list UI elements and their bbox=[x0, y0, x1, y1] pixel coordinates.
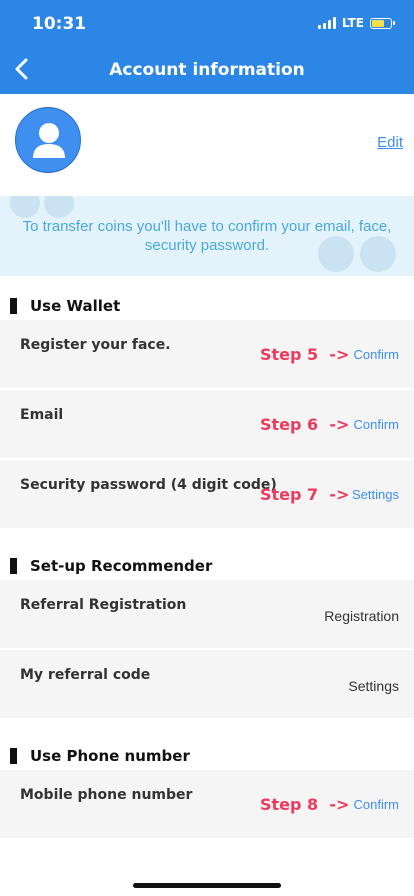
notice-banner: To transfer coins you'll have to confirm… bbox=[0, 196, 414, 276]
battery-icon bbox=[370, 17, 395, 29]
referral-settings-button[interactable]: Settings bbox=[348, 678, 399, 694]
step-label: Step 7 -> bbox=[260, 485, 350, 504]
network-label: LTE bbox=[341, 16, 364, 30]
arrow-icon: -> bbox=[329, 485, 350, 504]
quote-decoration bbox=[10, 196, 40, 218]
home-indicator[interactable] bbox=[133, 883, 281, 888]
signal-icon bbox=[317, 17, 336, 29]
row-label: Email bbox=[20, 407, 64, 423]
section-title: Set-up Recommender bbox=[30, 557, 213, 575]
arrow-icon: -> bbox=[329, 345, 350, 364]
section-marker bbox=[10, 298, 17, 314]
row-my-referral-code[interactable]: My referral code Settings bbox=[0, 650, 414, 718]
arrow-icon: -> bbox=[329, 795, 350, 814]
page-title: Account information bbox=[109, 60, 305, 80]
row-referral-registration[interactable]: Referral Registration Registration bbox=[0, 580, 414, 648]
section-marker bbox=[10, 558, 17, 574]
section-marker bbox=[10, 748, 17, 764]
confirm-face-button[interactable]: Confirm bbox=[353, 347, 399, 362]
row-label: My referral code bbox=[20, 667, 151, 683]
section-title: Use Phone number bbox=[30, 747, 190, 765]
confirm-email-button[interactable]: Confirm bbox=[353, 417, 399, 432]
row-mobile-phone[interactable]: Mobile phone number Step 8 -> Confirm bbox=[0, 770, 414, 838]
registration-button[interactable]: Registration bbox=[324, 608, 399, 624]
quote-decoration bbox=[44, 196, 74, 218]
row-security-password[interactable]: Security password (4 digit code) Step 7 … bbox=[0, 460, 414, 528]
avatar[interactable] bbox=[15, 107, 81, 173]
row-email[interactable]: Email Step 6 -> Confirm bbox=[0, 390, 414, 458]
step-label: Step 5 -> bbox=[260, 345, 350, 364]
row-label: Security password (4 digit code) bbox=[20, 477, 277, 493]
user-icon bbox=[33, 123, 65, 158]
status-indicators: LTE bbox=[317, 16, 395, 30]
status-time: 10:31 bbox=[32, 14, 87, 34]
arrow-icon: -> bbox=[329, 415, 350, 434]
app-header: 10:31 LTE Account information bbox=[0, 0, 414, 94]
step-label: Step 8 -> bbox=[260, 795, 350, 814]
row-label: Register your face. bbox=[20, 337, 171, 353]
row-register-face[interactable]: Register your face. Step 5 -> Confirm bbox=[0, 320, 414, 388]
section-title: Use Wallet bbox=[30, 297, 121, 315]
edit-link[interactable]: Edit bbox=[377, 134, 403, 151]
notice-text: To transfer coins you'll have to confirm… bbox=[22, 218, 392, 254]
row-label: Referral Registration bbox=[20, 597, 187, 613]
step-label: Step 6 -> bbox=[260, 415, 350, 434]
security-settings-button[interactable]: Settings bbox=[352, 487, 399, 502]
confirm-phone-button[interactable]: Confirm bbox=[353, 797, 399, 812]
row-label: Mobile phone number bbox=[20, 787, 193, 803]
